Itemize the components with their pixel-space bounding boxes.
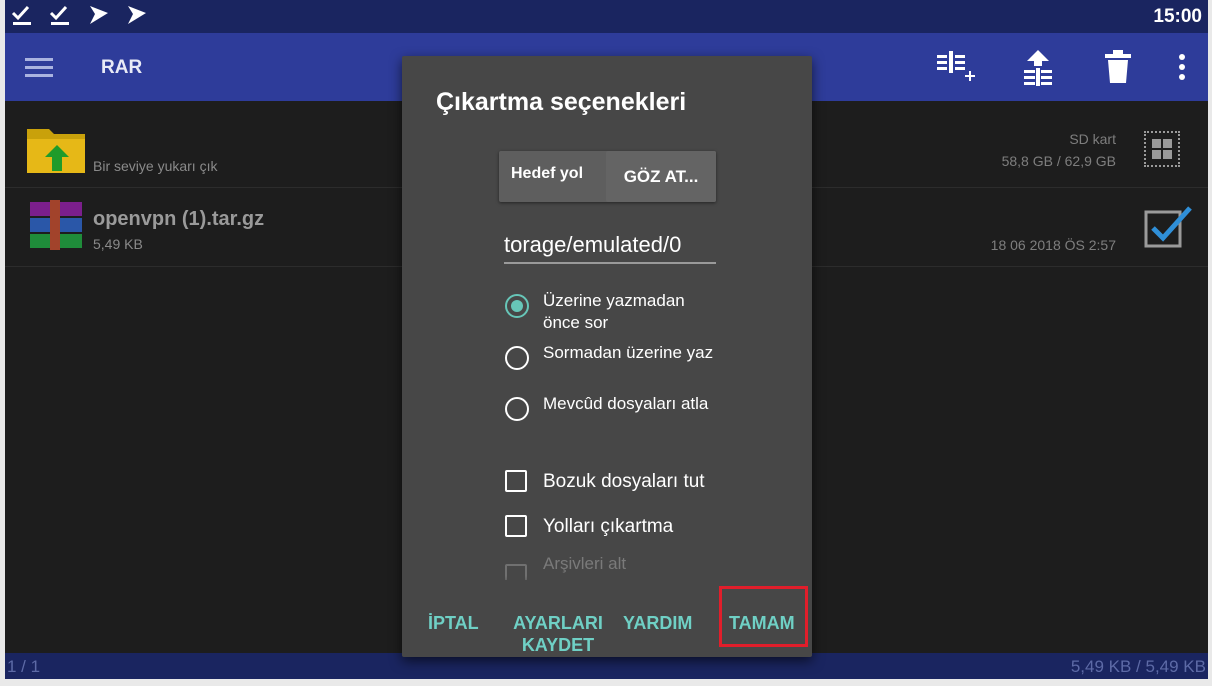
total-size: 5,49 KB / 5,49 KB xyxy=(1070,657,1206,676)
send-icon xyxy=(90,6,108,24)
delete-icon xyxy=(1105,50,1131,83)
select-all-checkbox[interactable] xyxy=(1144,131,1180,167)
clock: 15:00 xyxy=(1153,6,1202,27)
add-to-archive-button[interactable] xyxy=(935,47,975,87)
download-done-icon xyxy=(49,5,69,25)
dialog-title: Çıkartma seçenekleri xyxy=(436,88,687,116)
delete-button[interactable] xyxy=(1098,47,1138,87)
file-date: 18 06 2018 ÖS 2:57 xyxy=(990,237,1116,253)
radio-button[interactable] xyxy=(505,397,529,421)
file-checkbox-checked[interactable] xyxy=(1144,204,1194,250)
file-size: 5,49 KB xyxy=(93,236,143,252)
rar-archive-icon xyxy=(30,200,82,250)
checkbox-label: Arşivleri alt xyxy=(543,554,627,573)
radio-label: Üzerine yazmadan önce sor xyxy=(543,291,685,332)
checkbox-do-not-extract-paths[interactable]: Yolları çıkartma xyxy=(503,512,763,542)
file-name: openvpn (1).tar.gz xyxy=(93,208,265,230)
cancel-button[interactable]: İPTAL xyxy=(428,612,479,634)
extract-button[interactable] xyxy=(1018,47,1058,87)
download-done-icon xyxy=(11,5,31,25)
send-icon xyxy=(128,6,146,24)
radio-skip-existing-files[interactable]: Mevcûd dosyaları atla xyxy=(502,393,722,439)
checkbox-keep-broken-files[interactable]: Bozuk dosyaları tut xyxy=(503,467,763,497)
radio-button[interactable] xyxy=(505,346,529,370)
add-to-archive-icon xyxy=(937,51,975,81)
help-button[interactable]: YARDIM xyxy=(623,612,692,634)
hamburger-menu-icon xyxy=(25,58,53,77)
more-vert-icon xyxy=(1179,54,1185,80)
notification-icons xyxy=(11,3,149,27)
extract-icon xyxy=(1024,50,1052,86)
checkbox[interactable] xyxy=(505,515,527,537)
browse-button[interactable]: GÖZ AT... xyxy=(606,151,716,202)
radio-button-checked[interactable] xyxy=(505,294,529,318)
radio-overwrite-without-asking[interactable]: Sormadan üzerine yaz xyxy=(502,342,722,388)
ok-button-highlight xyxy=(719,586,808,647)
extract-options-dialog: Çıkartma seçenekleri Hedef yol GÖZ AT...… xyxy=(402,56,812,657)
grid-icon xyxy=(1152,139,1172,159)
destination-label: Hedef yol xyxy=(511,165,584,182)
storage-space: 58,8 GB / 62,9 GB xyxy=(1001,153,1116,169)
checkbox-label: Yolları çıkartma xyxy=(543,516,674,537)
checkbox-label: Bozuk dosyaları tut xyxy=(543,471,705,492)
folder-up-icon xyxy=(27,129,85,173)
overflow-menu-button[interactable] xyxy=(1162,47,1202,87)
storage-name: SD kart xyxy=(1069,131,1116,147)
status-bar: 15:00 xyxy=(5,0,1208,33)
radio-label: Mevcûd dosyaları atla xyxy=(543,394,709,413)
radio-ask-before-overwrite[interactable]: Üzerine yazmadan önce sor xyxy=(502,290,722,336)
android-screen: 15:00 RAR Bir seviye yukarı çık SD kart … xyxy=(5,0,1208,679)
menu-button[interactable] xyxy=(25,53,53,81)
parent-folder-label: Bir seviye yukarı çık xyxy=(93,158,218,174)
radio-label: Sormadan üzerine yaz xyxy=(543,343,714,362)
app-title: RAR xyxy=(101,57,143,78)
save-settings-button[interactable]: AYARLARI KAYDET xyxy=(508,612,608,656)
destination-path-bar: Hedef yol GÖZ AT... xyxy=(499,151,716,202)
destination-path-input[interactable] xyxy=(504,228,716,264)
storage-info: SD kart 58,8 GB / 62,9 GB xyxy=(1002,128,1116,172)
checkbox[interactable] xyxy=(505,470,527,492)
page-indicator: 1 / 1 xyxy=(7,657,41,676)
